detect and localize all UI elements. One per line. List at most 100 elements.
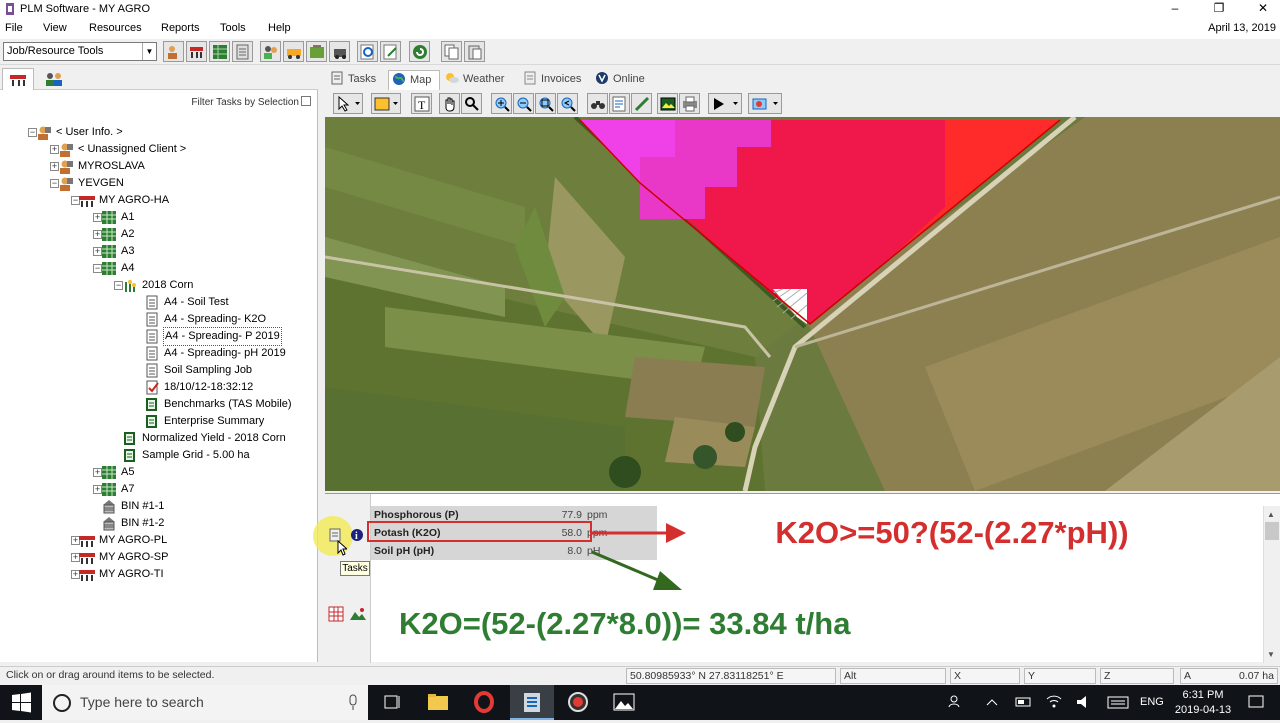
- close-button[interactable]: ✕: [1248, 0, 1278, 19]
- vertical-scrollbar[interactable]: ▲ ▼: [1263, 506, 1280, 663]
- play-button[interactable]: [708, 93, 742, 114]
- chevron-up-icon[interactable]: [984, 685, 1000, 720]
- plm-app-icon: [524, 693, 540, 712]
- clock-date: 2019-04-13: [1174, 704, 1232, 716]
- menu-resources[interactable]: Resources: [89, 22, 142, 34]
- plm-app-button[interactable]: [510, 685, 554, 720]
- opera-button[interactable]: [462, 685, 506, 720]
- task-view-icon: [384, 695, 400, 709]
- boundary-tool-button[interactable]: [371, 93, 401, 114]
- landscape-icon[interactable]: [349, 606, 367, 622]
- zoom-previous-button[interactable]: [557, 93, 578, 114]
- tree-node-label: 18/10/12-18:32:12: [164, 381, 254, 393]
- select-tool-button[interactable]: [333, 93, 363, 114]
- tree-node-label: MYROSLAVA: [78, 160, 145, 172]
- menu-file[interactable]: File: [5, 22, 23, 34]
- restore-button[interactable]: ❐: [1204, 0, 1234, 19]
- farm-icon: [79, 196, 95, 207]
- user-icon: [60, 143, 73, 157]
- paste-button[interactable]: [464, 41, 485, 62]
- zoom-out-icon: [517, 97, 532, 112]
- users-tool-button[interactable]: [260, 41, 281, 62]
- zoom-in-button[interactable]: [491, 93, 512, 114]
- add-field-button[interactable]: [209, 41, 230, 62]
- start-button[interactable]: [0, 685, 42, 720]
- x-box: X: [950, 668, 1020, 684]
- minimize-button[interactable]: –: [1160, 0, 1190, 19]
- gps-button[interactable]: [748, 93, 782, 114]
- edit-button[interactable]: [380, 41, 401, 62]
- products-tool-button[interactable]: [306, 41, 327, 62]
- pan-tool-button[interactable]: [439, 93, 460, 114]
- scroll-thumb[interactable]: [1265, 522, 1279, 540]
- tree-node-label: A4 - Spreading- K2O: [164, 313, 267, 325]
- refresh-button[interactable]: [409, 41, 430, 62]
- attributes-button[interactable]: [609, 93, 630, 114]
- tree-node-label: Sample Grid - 5.00 ha: [142, 449, 250, 461]
- window-title: PLM Software - MY AGRO: [20, 3, 151, 15]
- record-icon: [568, 692, 588, 712]
- menu-bar: File View Resources Reports Tools Help A…: [0, 19, 1280, 39]
- find-on-map-button[interactable]: [587, 93, 608, 114]
- filter-tasks-checkbox[interactable]: [301, 96, 311, 106]
- report-icon: [146, 398, 157, 411]
- user-icon: [60, 160, 73, 174]
- file-explorer-button[interactable]: [416, 685, 460, 720]
- language-indicator[interactable]: ENG: [1140, 685, 1164, 720]
- taskbar-search[interactable]: Type here to search: [42, 685, 368, 720]
- opera-icon: [474, 691, 494, 713]
- filter-tasks-toggle[interactable]: Filter Tasks by Selection: [191, 96, 311, 108]
- wifi-icon[interactable]: [1044, 685, 1064, 720]
- add-farm-button[interactable]: [186, 41, 207, 62]
- tab-invoices[interactable]: Invoices: [523, 70, 585, 90]
- menu-reports[interactable]: Reports: [161, 22, 200, 34]
- task-view-button[interactable]: [370, 685, 414, 720]
- notifications-icon[interactable]: [1246, 685, 1266, 720]
- zoom-in-icon: [495, 97, 510, 112]
- operator-icon: [334, 49, 346, 59]
- operators-tool-button[interactable]: [329, 41, 350, 62]
- copy-button[interactable]: [441, 41, 462, 62]
- folder-icon: [428, 694, 448, 710]
- taskbar-clock[interactable]: 6:31 PM 2019-04-13: [1170, 688, 1236, 718]
- print-map-button[interactable]: [679, 93, 700, 114]
- add-client-button[interactable]: [163, 41, 184, 62]
- volume-icon[interactable]: [1074, 685, 1094, 720]
- tab-map[interactable]: Map: [388, 70, 440, 90]
- edit-icon: [383, 44, 397, 60]
- zoom-extent-button[interactable]: [535, 93, 556, 114]
- menu-view[interactable]: View: [43, 22, 67, 34]
- draw-line-button[interactable]: [631, 93, 652, 114]
- field-icon: [102, 228, 116, 241]
- tab-people[interactable]: [38, 68, 70, 90]
- menu-help[interactable]: Help: [268, 22, 291, 34]
- menu-tools[interactable]: Tools: [220, 22, 246, 34]
- grid-map-icon[interactable]: [328, 606, 344, 622]
- weather-icon: [446, 73, 459, 83]
- tree-node-label: YEVGEN: [78, 177, 124, 189]
- zoom-out-button[interactable]: [513, 93, 534, 114]
- keyboard-icon[interactable]: [1106, 685, 1130, 720]
- export-image-button[interactable]: [657, 93, 678, 114]
- tree-node-label: A3: [121, 245, 135, 257]
- zoom-previous-icon: [561, 97, 576, 112]
- add-job-button[interactable]: [232, 41, 253, 62]
- tools-combo[interactable]: Job/Resource Tools ▼: [3, 42, 157, 61]
- scroll-up-icon[interactable]: ▲: [1267, 510, 1275, 519]
- people-tray-icon[interactable]: [946, 685, 966, 720]
- find-button[interactable]: [357, 41, 378, 62]
- identify-tool-button[interactable]: [461, 93, 482, 114]
- attribute-name: Soil pH (pH): [374, 545, 435, 557]
- scroll-down-icon[interactable]: ▼: [1267, 650, 1275, 659]
- recorder-button[interactable]: [556, 685, 600, 720]
- tab-resources[interactable]: [2, 68, 34, 90]
- photos-button[interactable]: [602, 685, 646, 720]
- tab-weather[interactable]: Weather: [445, 70, 511, 90]
- tab-tasks[interactable]: Tasks: [330, 70, 384, 90]
- info-icon[interactable]: i: [350, 528, 364, 542]
- text-tool-button[interactable]: T: [411, 93, 432, 114]
- map-view[interactable]: [325, 117, 1280, 491]
- equipment-tool-button[interactable]: [283, 41, 304, 62]
- tab-online[interactable]: Online: [595, 70, 653, 90]
- microphone-icon[interactable]: [348, 694, 358, 711]
